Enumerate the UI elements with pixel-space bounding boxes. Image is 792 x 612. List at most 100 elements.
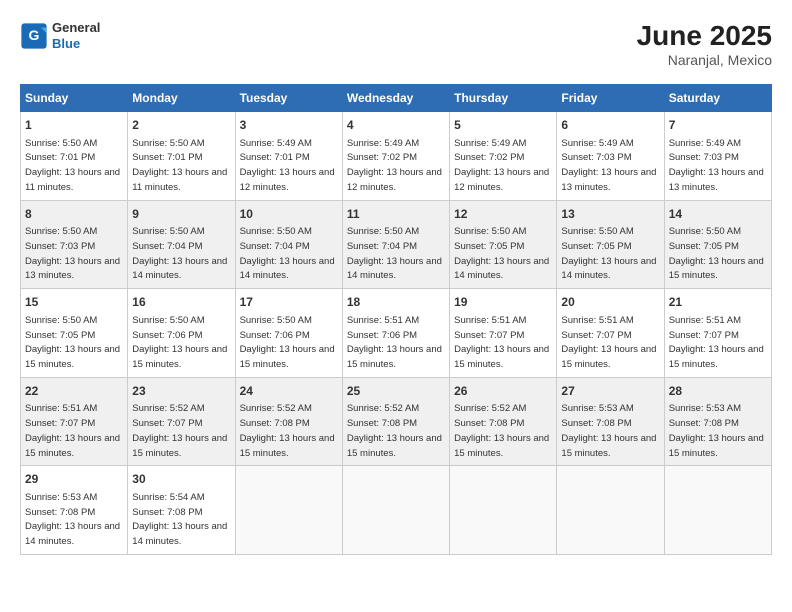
calendar-week-row: 22 Sunrise: 5:51 AMSunset: 7:07 PMDaylig… — [21, 377, 772, 466]
logo: G General Blue — [20, 20, 100, 51]
day-info: Sunrise: 5:49 AMSunset: 7:01 PMDaylight:… — [240, 138, 335, 193]
header-wednesday: Wednesday — [342, 85, 449, 112]
table-row: 25 Sunrise: 5:52 AMSunset: 7:08 PMDaylig… — [342, 377, 449, 466]
calendar-header-row: Sunday Monday Tuesday Wednesday Thursday… — [21, 85, 772, 112]
table-row: 11 Sunrise: 5:50 AMSunset: 7:04 PMDaylig… — [342, 200, 449, 289]
day-number: 12 — [454, 206, 552, 223]
table-row: 5 Sunrise: 5:49 AMSunset: 7:02 PMDayligh… — [450, 112, 557, 201]
day-number: 3 — [240, 117, 338, 134]
table-row: 24 Sunrise: 5:52 AMSunset: 7:08 PMDaylig… — [235, 377, 342, 466]
table-row: 16 Sunrise: 5:50 AMSunset: 7:06 PMDaylig… — [128, 289, 235, 378]
table-row: 30 Sunrise: 5:54 AMSunset: 7:08 PMDaylig… — [128, 466, 235, 555]
table-row: 19 Sunrise: 5:51 AMSunset: 7:07 PMDaylig… — [450, 289, 557, 378]
svg-text:G: G — [29, 27, 40, 43]
header-sunday: Sunday — [21, 85, 128, 112]
table-row — [342, 466, 449, 555]
table-row: 18 Sunrise: 5:51 AMSunset: 7:06 PMDaylig… — [342, 289, 449, 378]
table-row: 4 Sunrise: 5:49 AMSunset: 7:02 PMDayligh… — [342, 112, 449, 201]
calendar-week-row: 15 Sunrise: 5:50 AMSunset: 7:05 PMDaylig… — [21, 289, 772, 378]
day-number: 15 — [25, 294, 123, 311]
table-row: 28 Sunrise: 5:53 AMSunset: 7:08 PMDaylig… — [664, 377, 771, 466]
header-monday: Monday — [128, 85, 235, 112]
logo-general: General — [52, 20, 100, 36]
table-row: 6 Sunrise: 5:49 AMSunset: 7:03 PMDayligh… — [557, 112, 664, 201]
day-info: Sunrise: 5:50 AMSunset: 7:06 PMDaylight:… — [132, 315, 227, 370]
day-number: 13 — [561, 206, 659, 223]
day-number: 10 — [240, 206, 338, 223]
table-row — [450, 466, 557, 555]
day-info: Sunrise: 5:52 AMSunset: 7:08 PMDaylight:… — [240, 403, 335, 458]
day-info: Sunrise: 5:50 AMSunset: 7:05 PMDaylight:… — [669, 226, 764, 281]
table-row: 7 Sunrise: 5:49 AMSunset: 7:03 PMDayligh… — [664, 112, 771, 201]
table-row: 9 Sunrise: 5:50 AMSunset: 7:04 PMDayligh… — [128, 200, 235, 289]
day-info: Sunrise: 5:49 AMSunset: 7:02 PMDaylight:… — [347, 138, 442, 193]
table-row: 14 Sunrise: 5:50 AMSunset: 7:05 PMDaylig… — [664, 200, 771, 289]
day-number: 25 — [347, 383, 445, 400]
day-info: Sunrise: 5:50 AMSunset: 7:05 PMDaylight:… — [25, 315, 120, 370]
table-row: 12 Sunrise: 5:50 AMSunset: 7:05 PMDaylig… — [450, 200, 557, 289]
day-number: 26 — [454, 383, 552, 400]
day-info: Sunrise: 5:50 AMSunset: 7:03 PMDaylight:… — [25, 226, 120, 281]
day-info: Sunrise: 5:51 AMSunset: 7:07 PMDaylight:… — [561, 315, 656, 370]
day-info: Sunrise: 5:53 AMSunset: 7:08 PMDaylight:… — [669, 403, 764, 458]
day-info: Sunrise: 5:49 AMSunset: 7:03 PMDaylight:… — [669, 138, 764, 193]
table-row: 2 Sunrise: 5:50 AMSunset: 7:01 PMDayligh… — [128, 112, 235, 201]
table-row: 10 Sunrise: 5:50 AMSunset: 7:04 PMDaylig… — [235, 200, 342, 289]
table-row: 1 Sunrise: 5:50 AMSunset: 7:01 PMDayligh… — [21, 112, 128, 201]
day-number: 20 — [561, 294, 659, 311]
day-info: Sunrise: 5:50 AMSunset: 7:01 PMDaylight:… — [25, 138, 120, 193]
day-info: Sunrise: 5:54 AMSunset: 7:08 PMDaylight:… — [132, 492, 227, 547]
day-info: Sunrise: 5:50 AMSunset: 7:04 PMDaylight:… — [240, 226, 335, 281]
day-info: Sunrise: 5:52 AMSunset: 7:07 PMDaylight:… — [132, 403, 227, 458]
table-row — [664, 466, 771, 555]
day-number: 30 — [132, 471, 230, 488]
day-number: 4 — [347, 117, 445, 134]
day-info: Sunrise: 5:53 AMSunset: 7:08 PMDaylight:… — [25, 492, 120, 547]
day-info: Sunrise: 5:50 AMSunset: 7:04 PMDaylight:… — [347, 226, 442, 281]
table-row: 26 Sunrise: 5:52 AMSunset: 7:08 PMDaylig… — [450, 377, 557, 466]
calendar-week-row: 8 Sunrise: 5:50 AMSunset: 7:03 PMDayligh… — [21, 200, 772, 289]
table-row: 20 Sunrise: 5:51 AMSunset: 7:07 PMDaylig… — [557, 289, 664, 378]
table-row: 13 Sunrise: 5:50 AMSunset: 7:05 PMDaylig… — [557, 200, 664, 289]
table-row: 27 Sunrise: 5:53 AMSunset: 7:08 PMDaylig… — [557, 377, 664, 466]
day-info: Sunrise: 5:50 AMSunset: 7:04 PMDaylight:… — [132, 226, 227, 281]
day-number: 9 — [132, 206, 230, 223]
header-thursday: Thursday — [450, 85, 557, 112]
table-row — [235, 466, 342, 555]
table-row: 17 Sunrise: 5:50 AMSunset: 7:06 PMDaylig… — [235, 289, 342, 378]
table-row: 21 Sunrise: 5:51 AMSunset: 7:07 PMDaylig… — [664, 289, 771, 378]
day-number: 7 — [669, 117, 767, 134]
day-number: 17 — [240, 294, 338, 311]
header-saturday: Saturday — [664, 85, 771, 112]
day-number: 29 — [25, 471, 123, 488]
day-number: 11 — [347, 206, 445, 223]
logo-blue: Blue — [52, 36, 100, 52]
calendar-week-row: 29 Sunrise: 5:53 AMSunset: 7:08 PMDaylig… — [21, 466, 772, 555]
day-number: 22 — [25, 383, 123, 400]
day-info: Sunrise: 5:50 AMSunset: 7:06 PMDaylight:… — [240, 315, 335, 370]
day-number: 6 — [561, 117, 659, 134]
day-number: 23 — [132, 383, 230, 400]
day-number: 1 — [25, 117, 123, 134]
day-number: 5 — [454, 117, 552, 134]
table-row: 29 Sunrise: 5:53 AMSunset: 7:08 PMDaylig… — [21, 466, 128, 555]
header-friday: Friday — [557, 85, 664, 112]
day-info: Sunrise: 5:49 AMSunset: 7:03 PMDaylight:… — [561, 138, 656, 193]
day-info: Sunrise: 5:52 AMSunset: 7:08 PMDaylight:… — [347, 403, 442, 458]
day-info: Sunrise: 5:51 AMSunset: 7:06 PMDaylight:… — [347, 315, 442, 370]
day-number: 18 — [347, 294, 445, 311]
table-row: 8 Sunrise: 5:50 AMSunset: 7:03 PMDayligh… — [21, 200, 128, 289]
table-row: 23 Sunrise: 5:52 AMSunset: 7:07 PMDaylig… — [128, 377, 235, 466]
day-info: Sunrise: 5:50 AMSunset: 7:05 PMDaylight:… — [454, 226, 549, 281]
calendar-table: Sunday Monday Tuesday Wednesday Thursday… — [20, 84, 772, 555]
day-number: 2 — [132, 117, 230, 134]
day-number: 28 — [669, 383, 767, 400]
day-number: 27 — [561, 383, 659, 400]
day-number: 8 — [25, 206, 123, 223]
day-info: Sunrise: 5:51 AMSunset: 7:07 PMDaylight:… — [25, 403, 120, 458]
header-tuesday: Tuesday — [235, 85, 342, 112]
day-number: 24 — [240, 383, 338, 400]
day-number: 14 — [669, 206, 767, 223]
day-info: Sunrise: 5:49 AMSunset: 7:02 PMDaylight:… — [454, 138, 549, 193]
table-row — [557, 466, 664, 555]
